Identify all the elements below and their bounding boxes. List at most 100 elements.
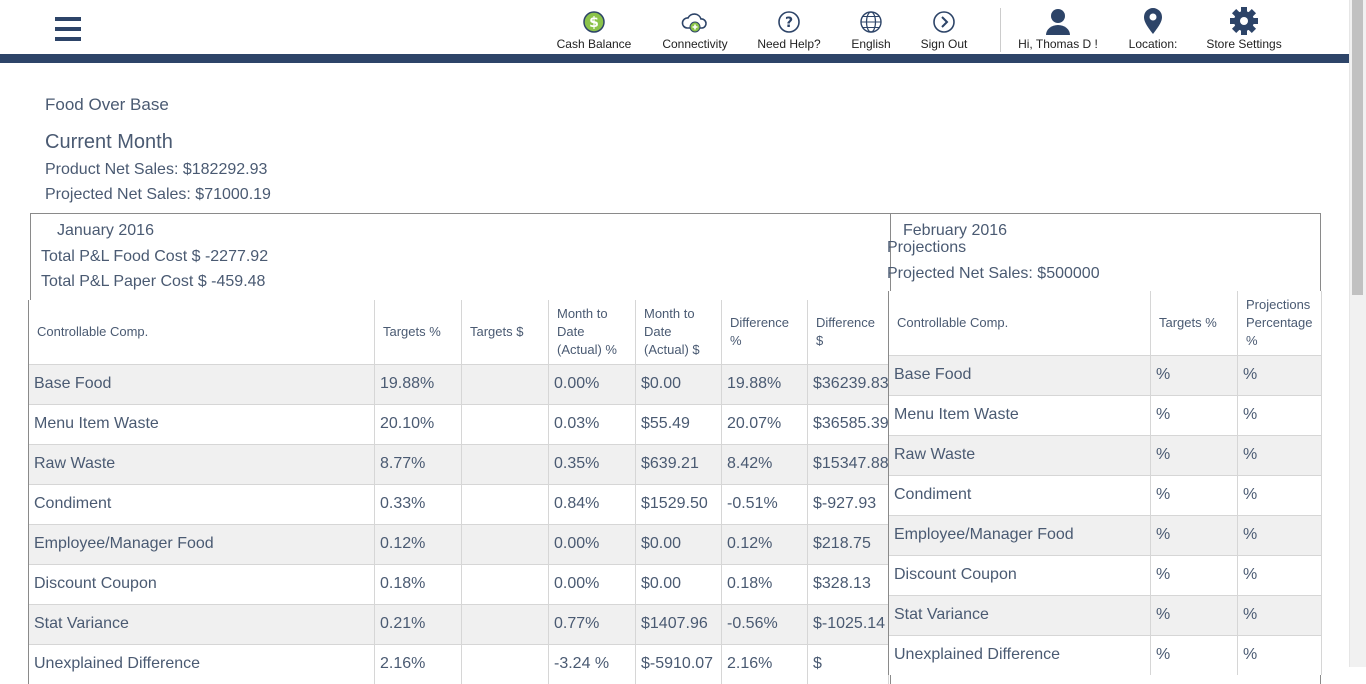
table-cell: Base Food: [888, 354, 1151, 395]
table-cell: 0.77%: [548, 603, 636, 644]
table-cell: [461, 603, 549, 644]
column-header[interactable]: Difference $: [807, 300, 889, 364]
nav-label: Cash Balance: [556, 37, 632, 51]
table-row: Unexplained Difference%%: [888, 634, 1322, 675]
table-cell: $218.75: [807, 523, 889, 564]
projected-net-sales-feb: Projected Net Sales: $500000: [887, 265, 1100, 282]
table-cell: %: [1150, 634, 1238, 675]
table-row: Menu Item Waste 20.10% 0.03% $55.49 20.07% $3…: [28, 403, 889, 444]
scrollbar-thumb[interactable]: [1352, 0, 1363, 295]
need-help-button[interactable]: ? Need Help?: [755, 6, 823, 54]
projections-panel: February 2016 Projections Projected Net …: [887, 213, 1322, 684]
gear-icon: [1230, 7, 1258, 35]
user-icon: [1046, 9, 1070, 35]
table-row: Condiment%%: [888, 474, 1322, 515]
column-header[interactable]: Month to Date (Actual) $: [635, 300, 722, 364]
table-cell: %: [1237, 474, 1322, 515]
globe-icon: [860, 11, 882, 33]
column-header[interactable]: Targets %: [1150, 291, 1238, 355]
table-header-row: Controllable Comp. Targets % Projections…: [888, 291, 1322, 355]
table-cell: %: [1237, 514, 1322, 555]
panel-month-title: January 2016: [57, 222, 154, 239]
table-row: Base Food 19.88% 0.00% $0.00 19.88% $36239.83: [28, 363, 889, 404]
table-cell: Unexplained Difference: [888, 634, 1151, 675]
column-header[interactable]: Difference %: [721, 300, 808, 364]
header-accent-bar: [0, 54, 1350, 63]
table-cell: Unexplained Difference: [28, 643, 375, 684]
table-cell: [461, 523, 549, 564]
table-cell: $-5910.07: [635, 643, 722, 684]
column-header[interactable]: Month to Date (Actual) %: [548, 300, 636, 364]
current-month-panel: January 2016 Total P&L Food Cost $ -2277…: [28, 213, 891, 684]
nav-label: Connectivity: [662, 37, 728, 51]
table-cell: Employee/Manager Food: [28, 523, 375, 564]
paper-cost-total: Total P&L Paper Cost $ -459.48: [41, 273, 266, 290]
table-cell: $-1025.14: [807, 603, 889, 644]
table-cell: $1529.50: [635, 483, 722, 524]
table-row: Menu Item Waste%%: [888, 394, 1322, 435]
connectivity-button[interactable]: Connectivity: [660, 6, 730, 54]
panel-month-title: February 2016: [903, 222, 1008, 239]
table-cell: 0.00%: [548, 563, 636, 604]
location-button[interactable]: Location:: [1124, 6, 1182, 54]
table-header-row: Controllable Comp. Targets % Targets $ M…: [28, 300, 889, 364]
period-title: Current Month: [45, 131, 173, 153]
cloud-plus-icon: [681, 13, 707, 33]
table-cell: -3.24 %: [548, 643, 636, 684]
table-cell: 0.00%: [548, 363, 636, 404]
table-row: Employee/Manager Food%%: [888, 514, 1322, 555]
table-cell: 0.12%: [374, 523, 462, 564]
table-cell: -0.51%: [721, 483, 808, 524]
table-cell: [461, 563, 549, 604]
table-cell: 0.18%: [721, 563, 808, 604]
user-greeting-button[interactable]: Hi, Thomas D !: [1014, 6, 1102, 54]
table-row: Stat Variance 0.21% 0.77% $1407.96 -0.56% $-1…: [28, 603, 889, 644]
table-cell: %: [1237, 594, 1322, 635]
table-cell: $1407.96: [635, 603, 722, 644]
table-cell: %: [1237, 634, 1322, 675]
header-divider: [1000, 8, 1001, 52]
table-cell: Raw Waste: [28, 443, 375, 484]
column-header[interactable]: Controllable Comp.: [28, 300, 375, 364]
table-cell: Base Food: [28, 363, 375, 404]
column-header[interactable]: Controllable Comp.: [888, 291, 1151, 355]
svg-text:?: ?: [785, 15, 793, 31]
table-cell: -0.56%: [721, 603, 808, 644]
table-cell: Stat Variance: [28, 603, 375, 644]
table-cell: 0.35%: [548, 443, 636, 484]
table-cell: %: [1237, 394, 1322, 435]
table-cell: Condiment: [28, 483, 375, 524]
table-cell: Discount Coupon: [888, 554, 1151, 595]
table-cell: Menu Item Waste: [28, 403, 375, 444]
sign-out-button[interactable]: Sign Out: [918, 6, 970, 54]
table-cell: $0.00: [635, 563, 722, 604]
question-circle-icon: ?: [778, 11, 800, 33]
table-cell: [461, 363, 549, 404]
table-cell: Stat Variance: [888, 594, 1151, 635]
table-cell: 20.07%: [721, 403, 808, 444]
table-cell: 0.21%: [374, 603, 462, 644]
table-cell: $328.13: [807, 563, 889, 604]
table-cell: 0.00%: [548, 523, 636, 564]
menu-icon[interactable]: [55, 14, 81, 44]
table-cell: %: [1237, 554, 1322, 595]
table-row: Discount Coupon 0.18% 0.00% $0.00 0.18% $328.…: [28, 563, 889, 604]
table-cell: 2.16%: [721, 643, 808, 684]
map-pin-icon: [1144, 8, 1162, 34]
nav-label: Hi, Thomas D !: [1018, 37, 1098, 51]
controllable-comp-table: Controllable Comp. Targets % Targets $ M…: [28, 300, 889, 684]
column-header[interactable]: Targets $: [461, 300, 549, 364]
table-cell: Raw Waste: [888, 434, 1151, 475]
vertical-scrollbar[interactable]: [1349, 0, 1366, 667]
cash-balance-button[interactable]: $ Cash Balance: [556, 6, 632, 54]
language-button[interactable]: English: [848, 6, 894, 54]
table-cell: 0.33%: [374, 483, 462, 524]
table-cell: %: [1237, 354, 1322, 395]
store-settings-button[interactable]: Store Settings: [1204, 6, 1284, 54]
table-row: Employee/Manager Food 0.12% 0.00% $0.00 0.12…: [28, 523, 889, 564]
column-header[interactable]: Targets %: [374, 300, 462, 364]
column-header[interactable]: Projections Percentage %: [1237, 291, 1322, 355]
page-title: Food Over Base: [45, 95, 169, 114]
table-cell: [461, 483, 549, 524]
table-cell: $0.00: [635, 523, 722, 564]
